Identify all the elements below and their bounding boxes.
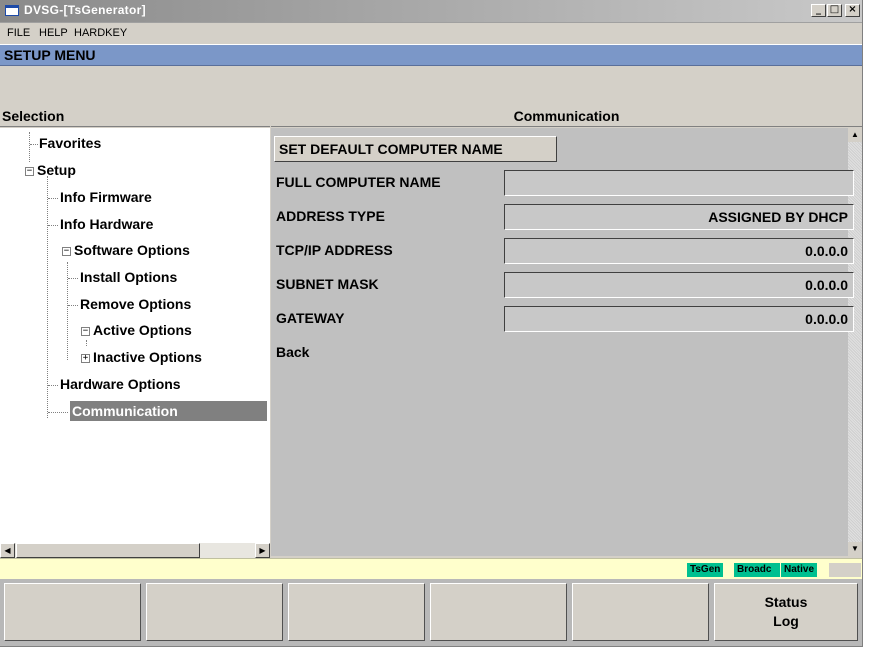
setup-menu-title: SETUP MENU (4, 47, 96, 63)
tree-item-info-firmware[interactable]: Info Firmware (60, 189, 152, 205)
status-tag-native: Native (781, 563, 818, 577)
app-window: DVSG-[TsGenerator] _ □ × FILE HELP HARDK… (0, 0, 863, 647)
tree-item-info-hardware[interactable]: Info Hardware (60, 216, 153, 232)
softkey-3[interactable] (288, 583, 425, 641)
status-tag-empty (829, 563, 861, 577)
tree-item-setup[interactable]: Setup (37, 162, 76, 178)
address-type-field[interactable]: ASSIGNED BY DHCP (504, 204, 854, 230)
softkey-4[interactable] (430, 583, 567, 641)
tree-item-inactive-options[interactable]: Inactive Options (93, 349, 202, 365)
softkey-1[interactable] (4, 583, 141, 641)
tcpip-address-field[interactable]: 0.0.0.0 (504, 238, 854, 264)
softkey-bar: Status Log (0, 579, 862, 646)
tree-item-hardware-options[interactable]: Hardware Options (60, 376, 181, 392)
menu-file[interactable]: FILE (7, 27, 30, 39)
close-button[interactable]: × (845, 4, 860, 17)
close-icon: × (848, 4, 857, 15)
menu-bar: FILE HELP HARDKEY (0, 23, 862, 43)
tree-connector (68, 305, 78, 306)
tree-item-communication[interactable]: Communication (70, 401, 267, 421)
tree-item-active-options[interactable]: Active Options (93, 322, 192, 338)
softkey-5[interactable] (572, 583, 709, 641)
menu-help[interactable]: HELP (39, 27, 68, 39)
maximize-button[interactable]: □ (827, 4, 842, 17)
collapse-setup-toggle[interactable]: − (25, 167, 34, 176)
address-type-label: ADDRESS TYPE (276, 208, 385, 224)
collapse-software-options-toggle[interactable]: − (62, 247, 71, 256)
scroll-right-button[interactable]: ▶ (255, 543, 270, 558)
gateway-label: GATEWAY (276, 310, 345, 326)
communication-header: Communication (271, 105, 862, 127)
status-log-softkey[interactable]: Status Log (714, 583, 858, 641)
arrow-left-icon: ◀ (4, 546, 11, 555)
minus-box-icon: − (82, 326, 89, 336)
expand-inactive-options-toggle[interactable]: + (81, 354, 90, 363)
minimize-icon: _ (816, 4, 821, 15)
minimize-button[interactable]: _ (811, 4, 826, 17)
tree-item-favorites[interactable]: Favorites (39, 135, 101, 151)
subnet-mask-field[interactable]: 0.0.0.0 (504, 272, 854, 298)
maximize-icon: □ (829, 4, 840, 15)
tree-connector (68, 278, 78, 279)
subnet-mask-label: SUBNET MASK (276, 276, 379, 292)
scroll-up-button[interactable]: ▲ (848, 128, 862, 142)
plus-box-icon: + (82, 353, 89, 363)
scroll-left-button[interactable]: ◀ (0, 543, 15, 558)
setup-menu-header: SETUP MENU (0, 44, 862, 66)
status-tag-tsgen: TsGen (687, 563, 724, 577)
set-default-computer-name-button[interactable]: SET DEFAULT COMPUTER NAME (274, 136, 557, 162)
arrow-right-icon: ▶ (259, 546, 266, 555)
title-bar: DVSG-[TsGenerator] _ □ × (0, 0, 862, 23)
softkey-2[interactable] (146, 583, 283, 641)
arrow-up-icon: ▲ (851, 130, 859, 139)
tree-connector (67, 262, 68, 360)
window-icon (5, 5, 19, 16)
tree-item-install-options[interactable]: Install Options (80, 269, 177, 285)
tree-connector (47, 176, 48, 418)
tree-connector (48, 225, 58, 226)
horizontal-scroll-thumb[interactable] (16, 543, 200, 558)
status-tag-broadcast: Broadc (734, 563, 780, 577)
window-title: DVSG-[TsGenerator] (24, 3, 146, 17)
tree-connector (48, 198, 58, 199)
status-bar: TsGen Broadc Native (0, 558, 862, 579)
minus-box-icon: − (26, 166, 33, 176)
tree-horizontal-scrollbar[interactable]: ◀ ▶ (0, 543, 270, 558)
collapse-active-options-toggle[interactable]: − (81, 327, 90, 336)
full-computer-name-label: FULL COMPUTER NAME (276, 174, 441, 190)
arrow-down-icon: ▼ (851, 544, 859, 553)
minus-box-icon: − (63, 246, 70, 256)
tree-connector (29, 132, 30, 162)
scroll-down-button[interactable]: ▼ (848, 542, 862, 556)
selection-header: Selection (0, 105, 270, 127)
tree-connector (86, 340, 87, 346)
tree-connector (48, 385, 58, 386)
tree-connector (30, 144, 38, 145)
tree-item-software-options[interactable]: Software Options (74, 242, 190, 258)
menu-hardkey[interactable]: HARDKEY (74, 27, 127, 39)
tree-item-remove-options[interactable]: Remove Options (80, 296, 191, 312)
tcpip-address-label: TCP/IP ADDRESS (276, 242, 393, 258)
gateway-field[interactable]: 0.0.0.0 (504, 306, 854, 332)
back-link[interactable]: Back (276, 344, 309, 360)
tree-connector (48, 412, 68, 413)
full-computer-name-field[interactable] (504, 170, 854, 196)
